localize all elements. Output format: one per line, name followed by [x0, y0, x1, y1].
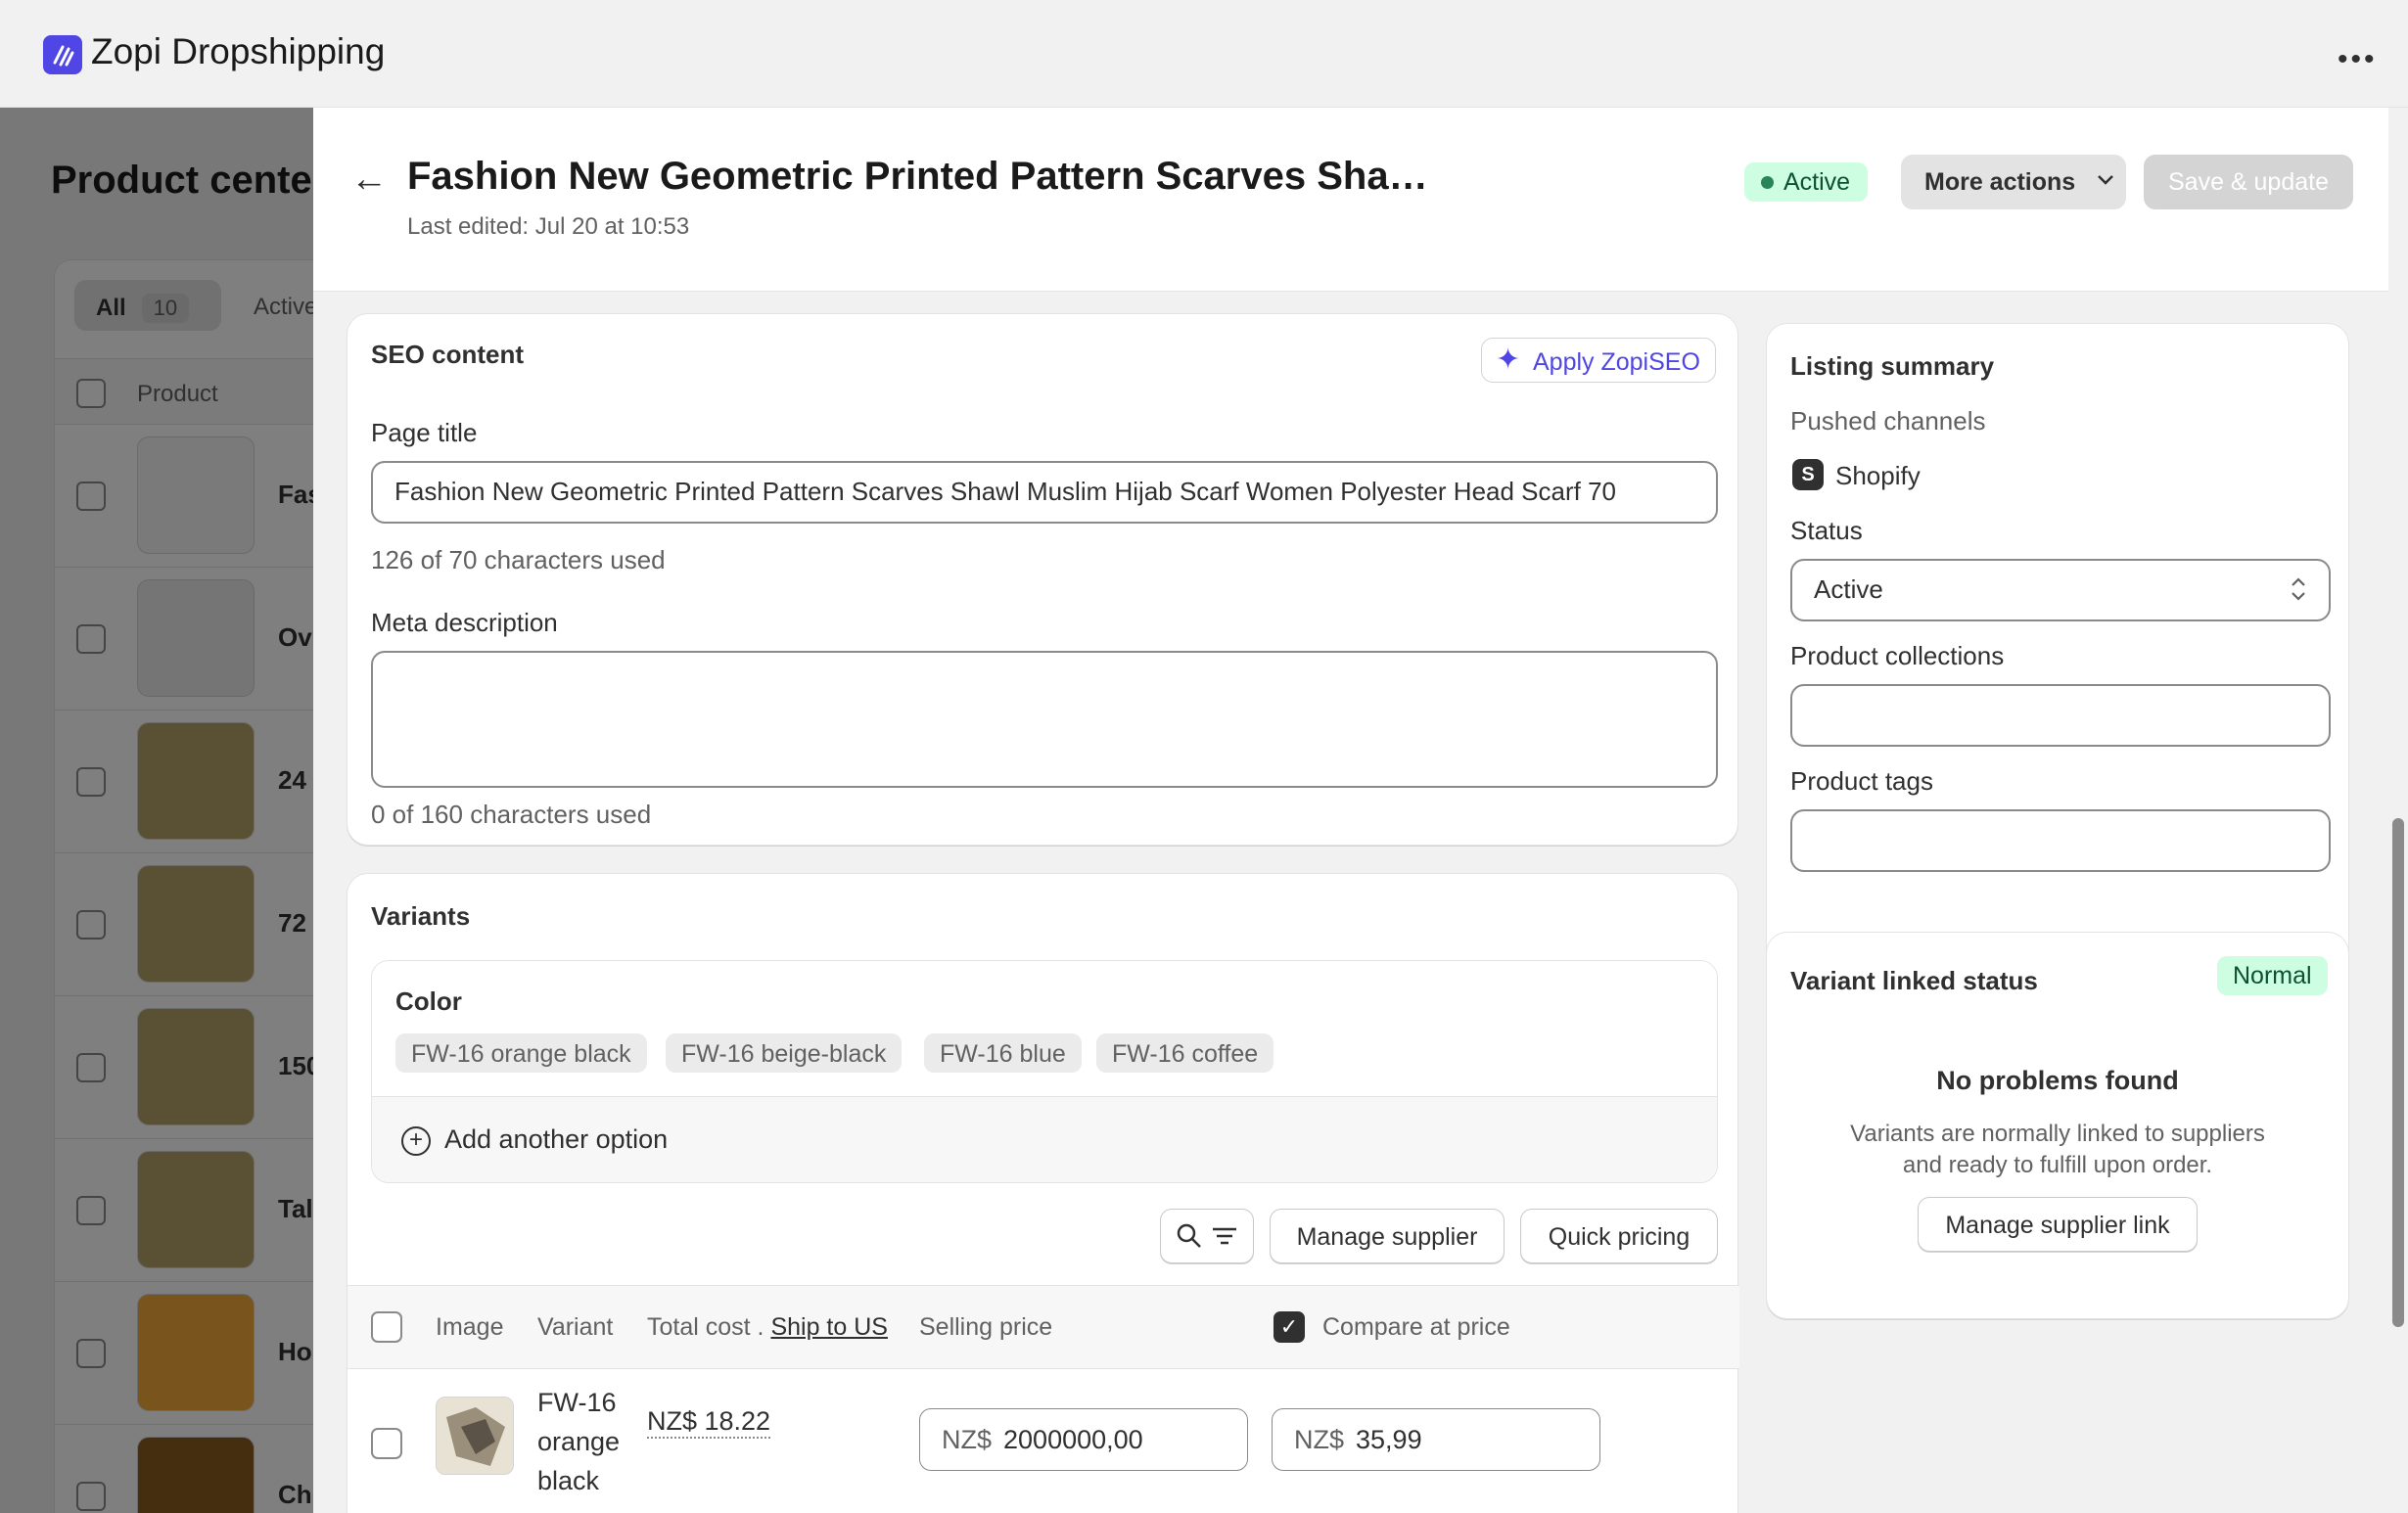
- page-title-label: Page title: [371, 418, 478, 447]
- variant-linked-status-title: Variant linked status: [1790, 966, 2038, 995]
- compare-at-price-input[interactable]: NZ$ 35,99: [1272, 1408, 1600, 1471]
- variant-linked-status-card: Variant linked status Normal No problems…: [1766, 932, 2349, 1319]
- variant-name: FW-16 orange black: [537, 1388, 621, 1495]
- column-variant: Variant: [537, 1313, 614, 1341]
- variant-total-cost[interactable]: NZ$ 18.22: [647, 1406, 771, 1439]
- product-edit-modal: ← Fashion New Geometric Printed Pattern …: [313, 108, 2388, 1513]
- variant-image: [436, 1397, 514, 1475]
- search-icon: [1175, 1223, 1204, 1257]
- search-filter-button[interactable]: [1160, 1209, 1254, 1263]
- status-select[interactable]: Active: [1790, 559, 2331, 621]
- last-edited: Last edited: Jul 20 at 10:53: [407, 213, 690, 240]
- channel-shopify: Shopify: [1835, 461, 1921, 490]
- product-collections-input[interactable]: [1790, 684, 2331, 747]
- listing-summary-title: Listing summary: [1790, 351, 1995, 381]
- pushed-channels-label: Pushed channels: [1790, 406, 1986, 436]
- status-label: Status: [1790, 516, 1863, 545]
- add-another-option-button[interactable]: + Add another option: [372, 1096, 1717, 1182]
- listing-summary-card: Listing summary Pushed channels S Shopif…: [1766, 323, 2349, 1010]
- variants-table-header: Image Variant Total cost . Ship to US Se…: [347, 1285, 1739, 1369]
- option-value-chip: FW-16 coffee: [1096, 1033, 1274, 1073]
- compare-at-price-checkbox[interactable]: ✓: [1273, 1311, 1305, 1343]
- seo-card: SEO content ✦ Apply ZopiSEO Page title Fa…: [347, 313, 1738, 846]
- plus-circle-icon: +: [401, 1126, 431, 1156]
- meta-description-textarea[interactable]: [371, 651, 1718, 788]
- apply-zopiseo-button[interactable]: ✦ Apply ZopiSEO: [1481, 338, 1716, 383]
- app-bar: Zopi Dropshipping •••: [0, 0, 2408, 108]
- select-chevrons-icon: [2290, 574, 2307, 604]
- meta-description-label: Meta description: [371, 608, 558, 637]
- column-total-cost: Total cost . Ship to US: [647, 1313, 888, 1341]
- status-dot: [1761, 176, 1774, 189]
- product-tags-label: Product tags: [1790, 766, 1933, 796]
- sparkle-icon: ✦: [1496, 344, 1521, 376]
- modal-header: ← Fashion New Geometric Printed Pattern …: [313, 108, 2388, 292]
- page-title-help: 126 of 70 characters used: [371, 545, 666, 574]
- ship-to-link[interactable]: Ship to US: [770, 1313, 888, 1341]
- status-badge: Active: [1744, 162, 1869, 202]
- chevron-down-icon: [2095, 168, 2116, 196]
- manage-supplier-link-button[interactable]: Manage supplier link: [1918, 1197, 2198, 1252]
- meta-description-help: 0 of 160 characters used: [371, 800, 652, 829]
- option-color[interactable]: Color FW-16 orange black FW-16 beige-bla…: [372, 961, 1717, 1096]
- column-image: Image: [436, 1313, 504, 1341]
- normal-badge: Normal: [2217, 956, 2328, 995]
- no-problems-heading: No problems found: [1936, 1066, 2179, 1095]
- scrollbar-thumb[interactable]: [2392, 818, 2404, 1327]
- select-all-variants-checkbox[interactable]: [371, 1311, 402, 1343]
- product-tags-input[interactable]: [1790, 809, 2331, 872]
- variant-row-checkbox[interactable]: [371, 1428, 402, 1459]
- app-logo-icon: [43, 35, 82, 74]
- shopify-icon: S: [1792, 459, 1824, 490]
- linked-description-line1: Variants are normally linked to supplier…: [1850, 1121, 2265, 1147]
- selling-price-input[interactable]: NZ$ 2000000,00: [919, 1408, 1248, 1471]
- option-value-chip: FW-16 blue: [924, 1033, 1082, 1073]
- variants-card: Variants Color FW-16 orange black FW-16 …: [347, 873, 1739, 1513]
- option-editor: Color FW-16 orange black FW-16 beige-bla…: [371, 960, 1718, 1183]
- arrow-left-icon[interactable]: ←: [350, 159, 388, 201]
- column-compare-at-price: Compare at price: [1322, 1313, 1510, 1341]
- page-title-input[interactable]: Fashion New Geometric Printed Pattern Sc…: [371, 461, 1718, 524]
- option-value-chip: FW-16 beige-black: [666, 1033, 903, 1073]
- variants-card-title: Variants: [371, 901, 471, 931]
- product-title: Fashion New Geometric Printed Pattern Sc…: [407, 155, 1445, 198]
- option-name: Color: [395, 986, 462, 1016]
- checkmark-icon: ✓: [1279, 1314, 1299, 1339]
- save-update-button[interactable]: Save & update: [2144, 155, 2353, 209]
- filter-icon: [1210, 1227, 1239, 1257]
- more-actions-button[interactable]: More actions: [1901, 155, 2126, 209]
- seo-card-title: SEO content: [371, 340, 525, 369]
- option-value-chip: FW-16 orange black: [395, 1033, 647, 1073]
- linked-description-line2: and ready to fulfill upon order.: [1902, 1152, 2213, 1178]
- add-another-option-label: Add another option: [444, 1124, 669, 1154]
- app-title: Zopi Dropshipping: [91, 31, 386, 71]
- manage-supplier-button[interactable]: Manage supplier: [1270, 1209, 1505, 1263]
- product-collections-label: Product collections: [1790, 641, 2005, 670]
- quick-pricing-button[interactable]: Quick pricing: [1520, 1209, 1718, 1263]
- column-selling-price: Selling price: [919, 1313, 1053, 1341]
- more-horizontal-icon[interactable]: •••: [2338, 43, 2378, 76]
